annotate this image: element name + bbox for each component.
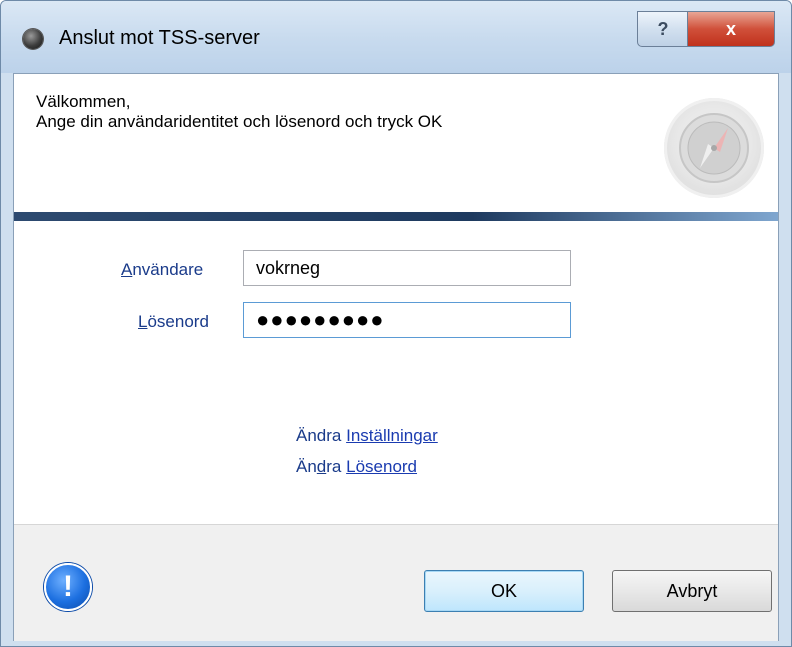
title-bar[interactable]: Anslut mot TSS-server ? x bbox=[1, 1, 791, 73]
help-icon: ? bbox=[657, 18, 669, 39]
password-value: ●●●●●●●●● bbox=[256, 307, 385, 332]
cancel-button[interactable]: Avbryt bbox=[612, 570, 772, 612]
close-icon: x bbox=[725, 18, 736, 39]
password-label: Lösenord bbox=[138, 312, 209, 331]
username-value: vokrneg bbox=[256, 257, 321, 278]
password-field[interactable]: ●●●●●●●●● bbox=[243, 302, 571, 338]
user-label: Användare bbox=[121, 260, 204, 279]
info-icon: ! bbox=[44, 563, 92, 611]
change-password-prefix: Ändra bbox=[296, 457, 342, 476]
close-button[interactable]: x bbox=[687, 11, 775, 47]
window-title: Anslut mot TSS-server bbox=[59, 27, 260, 49]
ok-button[interactable]: OK bbox=[424, 570, 584, 612]
app-icon bbox=[23, 29, 43, 49]
welcome-text: Välkommen, Ange din användaridentitet oc… bbox=[36, 92, 442, 132]
compass-icon bbox=[664, 98, 764, 198]
password-link[interactable]: Lösenord bbox=[346, 457, 417, 476]
username-field[interactable]: vokrneg bbox=[243, 250, 571, 286]
welcome-line-2: Ange din användaridentitet och lösenord … bbox=[36, 112, 443, 131]
change-settings-prefix: Ändra bbox=[296, 426, 342, 445]
header-divider bbox=[14, 212, 778, 221]
welcome-header: Välkommen, Ange din användaridentitet oc… bbox=[14, 74, 778, 212]
dialog-body: Välkommen, Ange din användaridentitet oc… bbox=[13, 73, 779, 641]
settings-link[interactable]: Inställningar bbox=[346, 426, 438, 445]
help-button[interactable]: ? bbox=[637, 11, 689, 47]
change-settings-row: Ändra Inställningar bbox=[296, 426, 438, 446]
login-dialog: Anslut mot TSS-server ? x Välkommen, Ang… bbox=[0, 0, 792, 647]
welcome-line-1: Välkommen, bbox=[36, 92, 131, 111]
change-password-row: Ändra Lösenord bbox=[296, 457, 417, 477]
